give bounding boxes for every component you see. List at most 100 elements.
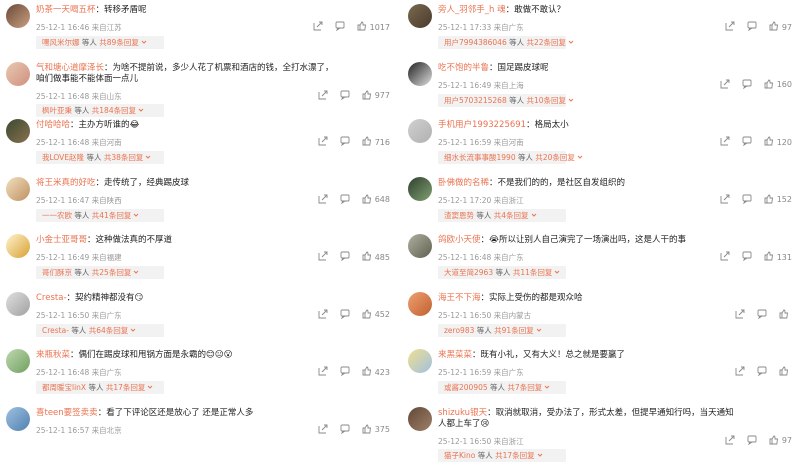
reply-count-link[interactable]: 共89条回复 (99, 38, 139, 47)
comment-button[interactable] (747, 435, 757, 447)
reply-count-link[interactable]: 共7条回复 (507, 383, 542, 392)
reply-summary[interactable]: 嘿风米尔娜 等人 共89条回复 (36, 36, 164, 49)
share-button[interactable] (735, 309, 745, 321)
like-button[interactable]: 716 (362, 136, 390, 148)
reply-summary[interactable]: 我LOVE赵隆 等人 共38条回复 (36, 151, 164, 164)
avatar[interactable] (6, 61, 30, 86)
share-button[interactable] (313, 21, 323, 33)
reply-count-link[interactable]: 共10条回复 (527, 96, 567, 105)
comment-button[interactable] (340, 424, 350, 436)
share-button[interactable] (720, 194, 730, 206)
share-button[interactable] (720, 79, 730, 91)
avatar[interactable] (6, 349, 30, 373)
comment-button[interactable] (335, 21, 345, 33)
like-button[interactable]: 131 (764, 251, 792, 263)
reply-count-link[interactable]: 共17条回复 (106, 383, 146, 392)
like-button[interactable]: 977 (362, 90, 390, 102)
avatar[interactable] (408, 349, 432, 373)
commenter-name[interactable]: 鸽欧小天使 (438, 235, 481, 245)
share-button[interactable] (318, 136, 328, 148)
comment-button[interactable] (340, 136, 350, 148)
like-button[interactable]: 452 (362, 309, 390, 321)
reply-user[interactable]: 大道至简2963 (444, 268, 493, 277)
comment-button[interactable] (742, 79, 752, 91)
avatar[interactable] (408, 406, 432, 431)
avatar[interactable] (408, 234, 432, 258)
comment-button[interactable] (340, 251, 350, 263)
reply-user[interactable]: 或酱200905 (444, 383, 488, 392)
commenter-name[interactable]: 气和塘心道摩泽长 (36, 63, 104, 73)
reply-summary[interactable]: 大道至简2963 等人 共11条回复 (438, 266, 566, 279)
reply-user[interactable]: Cresta- (42, 326, 69, 335)
avatar[interactable] (408, 119, 432, 143)
reply-summary[interactable]: 猫子Kino 等人 共17条回复 (438, 448, 566, 462)
reply-user[interactable]: 细水长流事事酸1990 (444, 153, 516, 162)
like-button[interactable]: 97 (769, 21, 792, 33)
commenter-name[interactable]: 吃不饱的半鲁 (438, 63, 489, 73)
avatar[interactable] (6, 406, 30, 431)
like-button[interactable]: 97 (769, 435, 792, 447)
avatar[interactable] (6, 291, 30, 316)
share-button[interactable] (318, 194, 328, 206)
avatar[interactable] (408, 291, 432, 316)
like-button[interactable]: 1017 (357, 21, 390, 33)
comment-button[interactable] (742, 136, 752, 148)
avatar[interactable] (6, 234, 30, 258)
reply-user[interactable]: zero983 (444, 326, 474, 335)
reply-user[interactable]: 我LOVE赵隆 (42, 153, 84, 162)
commenter-name[interactable]: 来瓶秋菜 (36, 350, 70, 360)
comment-button[interactable] (340, 309, 350, 321)
commenter-name[interactable]: 喜teen要签卖卖 (36, 408, 98, 418)
reply-count-link[interactable]: 共22条回复 (527, 38, 567, 47)
reply-count-link[interactable]: 共25条回复 (92, 268, 132, 277)
commenter-name[interactable]: 手机用户1993225691 (438, 120, 526, 130)
comment-button[interactable] (742, 251, 752, 263)
reply-user[interactable]: 哥们酥京 (42, 268, 72, 277)
like-button[interactable]: 120 (764, 136, 792, 148)
like-button[interactable]: 423 (362, 366, 390, 378)
commenter-name[interactable]: 付哈哈哈 (36, 120, 70, 130)
reply-summary[interactable]: 用户5703215268 等人 共10条回复 (438, 93, 574, 107)
commenter-name[interactable]: shizuku银天 (438, 408, 487, 418)
reply-count-link[interactable]: 共38条回复 (104, 153, 144, 162)
reply-user[interactable]: 都周暖宝linX (42, 383, 86, 392)
reply-count-link[interactable]: 共11条回复 (513, 268, 553, 277)
reply-count-link[interactable]: 共41条回复 (92, 211, 132, 220)
share-button[interactable] (735, 366, 745, 378)
reply-count-link[interactable]: 共184条回复 (92, 106, 136, 115)
share-button[interactable] (318, 366, 328, 378)
commenter-name[interactable]: 奶茶一天喝五杯 (36, 5, 96, 15)
commenter-name[interactable]: 卧佛做的名稀 (438, 178, 489, 188)
reply-user[interactable]: 枫叶亚秉 (42, 106, 72, 115)
commenter-name[interactable]: 小金士亚哥哥 (36, 235, 87, 245)
commenter-name[interactable]: 来黑菜菜 (438, 350, 472, 360)
reply-summary[interactable]: 用户7994386046 等人 共22条回复 (438, 36, 574, 49)
avatar[interactable] (6, 119, 30, 143)
reply-user[interactable]: 用户7994386046 (444, 38, 507, 47)
like-button[interactable] (779, 309, 792, 321)
comment-button[interactable] (742, 194, 752, 206)
comment-button[interactable] (757, 366, 767, 378)
share-button[interactable] (720, 136, 730, 148)
reply-user[interactable]: 用户5703215268 (444, 96, 507, 105)
reply-count-link[interactable]: 共20条回复 (535, 153, 575, 162)
like-button[interactable]: 485 (362, 251, 390, 263)
reply-summary[interactable]: Cresta- 等人 共64条回复 (36, 323, 164, 337)
share-button[interactable] (318, 424, 328, 436)
reply-count-link[interactable]: 共64条回复 (89, 326, 129, 335)
reply-summary[interactable]: 都周暖宝linX 等人 共17条回复 (36, 381, 164, 394)
avatar[interactable] (6, 4, 30, 28)
comment-button[interactable] (747, 21, 757, 33)
avatar[interactable] (408, 176, 432, 201)
commenter-name[interactable]: Cresta- (36, 293, 67, 303)
like-button[interactable]: 375 (362, 424, 390, 436)
like-button[interactable] (779, 366, 792, 378)
share-button[interactable] (318, 90, 328, 102)
comment-button[interactable] (340, 366, 350, 378)
like-button[interactable]: 648 (362, 194, 390, 206)
like-button[interactable]: 160 (764, 79, 792, 91)
reply-user[interactable]: 一一农欧 (42, 211, 72, 220)
comment-button[interactable] (340, 194, 350, 206)
like-button[interactable]: 152 (764, 194, 792, 206)
reply-count-link[interactable]: 共17条回复 (495, 451, 535, 460)
